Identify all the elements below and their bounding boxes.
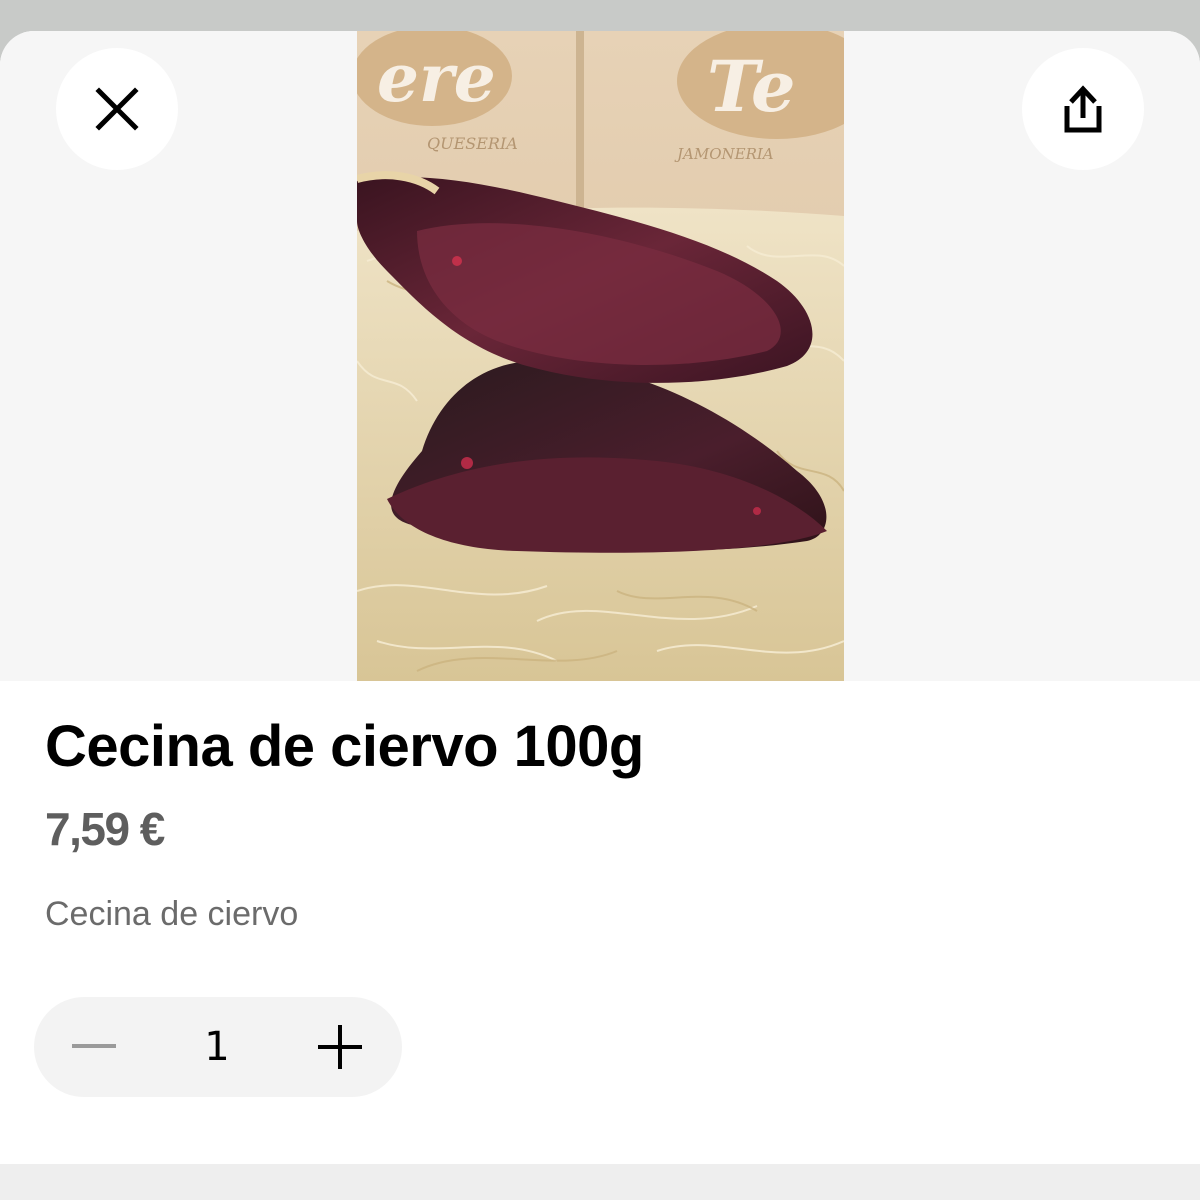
minus-icon <box>72 1044 116 1048</box>
bottom-bar <box>0 1164 1200 1200</box>
share-icon <box>1064 85 1102 133</box>
product-photo: ere QUESERIA Te JAMONERIA <box>357 31 844 681</box>
decrease-quantity-button[interactable] <box>44 997 144 1097</box>
plus-icon <box>318 1025 362 1069</box>
product-image-area: ere QUESERIA Te JAMONERIA <box>0 31 1200 681</box>
share-button[interactable] <box>1022 48 1144 170</box>
close-button[interactable] <box>56 48 178 170</box>
sign-subtext-right: JAMONERIA <box>674 145 774 163</box>
increase-quantity-button[interactable] <box>290 997 390 1097</box>
sign-text-left: ere <box>377 39 496 117</box>
product-title: Cecina de ciervo 100g <box>45 714 644 779</box>
product-price: 7,59 € <box>45 803 165 855</box>
product-description: Cecina de ciervo <box>45 895 299 933</box>
quantity-value: 1 <box>204 1024 230 1070</box>
product-detail-sheet: ere QUESERIA Te JAMONERIA Cecina de cier… <box>0 31 1200 1200</box>
sign-subtext-left: QUESERIA <box>427 134 518 153</box>
close-icon <box>95 87 139 131</box>
sign-text-right: Te <box>707 45 796 128</box>
quantity-stepper: 1 <box>34 997 402 1097</box>
